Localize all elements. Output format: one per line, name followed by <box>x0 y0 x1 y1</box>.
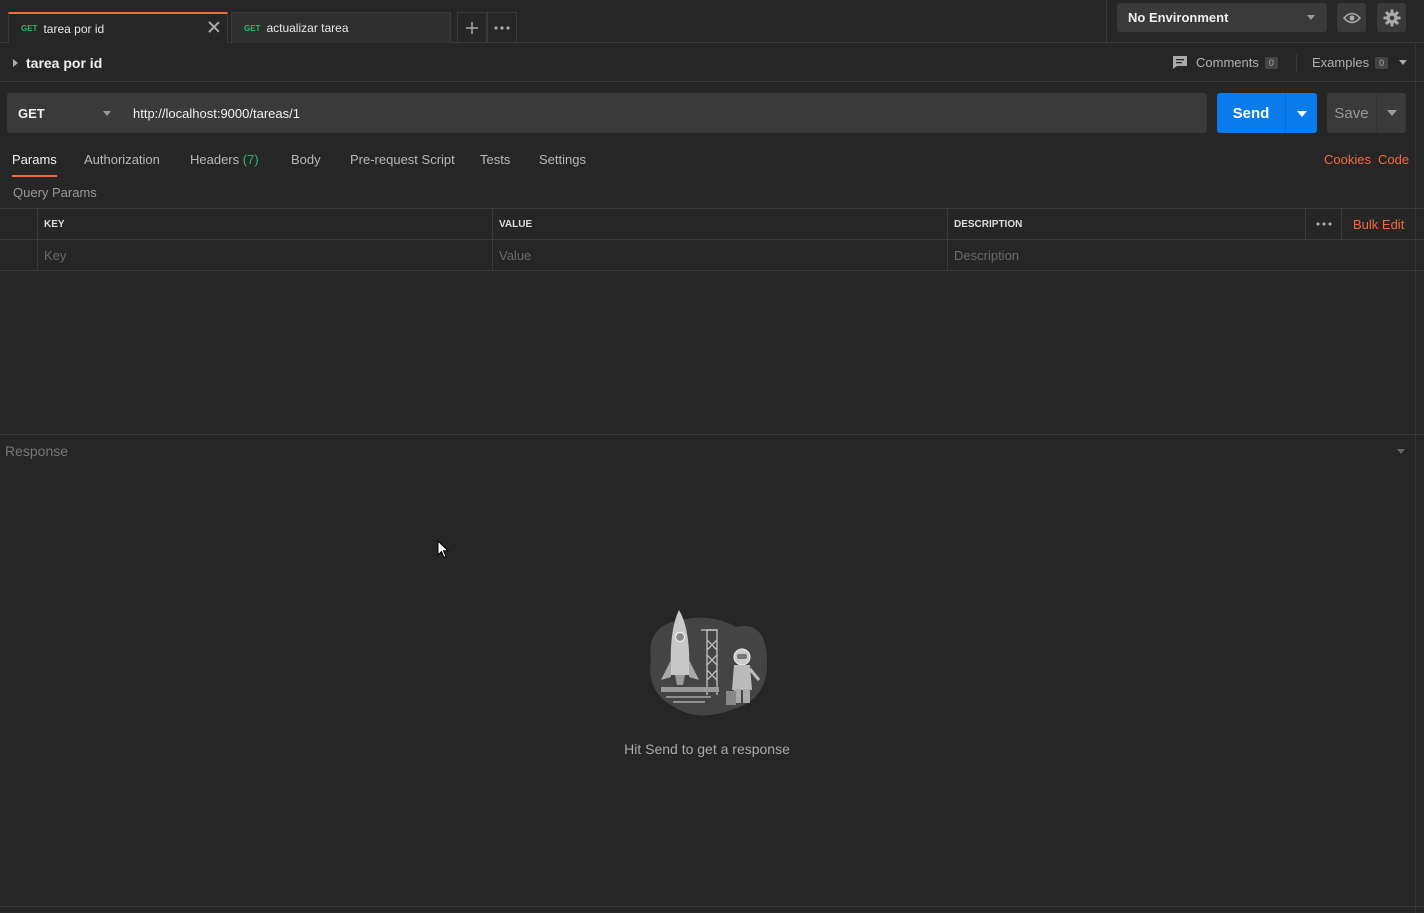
plus-icon <box>466 21 478 34</box>
chevron-down-icon <box>103 111 111 116</box>
tab-prerequest-script[interactable]: Pre-request Script <box>350 152 455 177</box>
table-row <box>0 240 1424 271</box>
ellipsis-icon <box>494 25 510 30</box>
param-key-input[interactable] <box>44 247 493 263</box>
examples-count: 0 <box>1375 56 1389 69</box>
save-button[interactable]: Save <box>1327 93 1376 133</box>
response-label: Response <box>5 443 69 459</box>
value-column-header: VALUE <box>492 209 948 239</box>
gear-icon <box>1383 9 1400 26</box>
column-options-button[interactable] <box>1305 209 1341 239</box>
comments-button[interactable]: Comments 0 <box>1172 55 1278 70</box>
tab-options-button[interactable] <box>487 12 517 43</box>
divider <box>1415 43 1416 913</box>
tab-method: GET <box>244 23 261 33</box>
eye-icon <box>1342 12 1361 23</box>
examples-label: Examples <box>1312 55 1370 70</box>
tab-tests[interactable]: Tests <box>480 152 510 177</box>
request-title[interactable]: tarea por id <box>26 55 102 71</box>
chevron-down-icon <box>1399 60 1408 65</box>
value-cell <box>492 240 948 270</box>
key-column-header: KEY <box>37 209 493 239</box>
response-header[interactable]: Response <box>0 434 1424 468</box>
mouse-cursor-icon <box>437 540 449 559</box>
close-icon[interactable] <box>207 20 221 34</box>
divider <box>1106 0 1107 43</box>
param-value-input[interactable] <box>499 247 948 263</box>
request-tab-bar: GET tarea por id GET actualizar tarea No… <box>0 0 1424 43</box>
ellipsis-icon <box>1315 222 1332 226</box>
expand-icon[interactable] <box>13 59 18 67</box>
method-select[interactable]: GET <box>7 93 120 133</box>
headers-count: (7) <box>242 152 259 167</box>
comments-count: 0 <box>1264 56 1278 69</box>
query-params-label: Query Params <box>13 185 97 200</box>
tab-label: actualizar tarea <box>266 21 349 35</box>
tab-body[interactable]: Body <box>291 152 321 177</box>
description-column-header: DESCRIPTION <box>947 209 1305 239</box>
key-cell <box>37 240 493 270</box>
examples-button[interactable]: Examples 0 <box>1312 55 1408 70</box>
url-input[interactable] <box>120 93 1207 133</box>
tab-tarea-por-id[interactable]: GET tarea por id <box>8 12 228 43</box>
request-subtabs: Params Authorization Headers (7) Body Pr… <box>0 147 1424 177</box>
tab-authorization[interactable]: Authorization <box>84 152 160 177</box>
request-header: tarea por id Comments 0 Examples 0 <box>0 44 1424 82</box>
divider <box>0 906 1424 907</box>
comment-icon <box>1173 56 1187 69</box>
tab-headers-label: Headers <box>190 152 240 167</box>
cookies-link[interactable]: Cookies <box>1324 152 1371 167</box>
code-link[interactable]: Code <box>1378 152 1409 167</box>
tab-label: tarea por id <box>43 21 105 36</box>
chevron-down-icon <box>1307 15 1315 20</box>
send-options-button[interactable] <box>1285 93 1317 133</box>
chevron-down-icon[interactable] <box>1397 449 1405 454</box>
table-header-row: KEY VALUE DESCRIPTION Bulk Edit <box>0 209 1424 240</box>
divider <box>1296 54 1297 72</box>
send-button[interactable]: Send <box>1217 93 1285 133</box>
environment-label: No Environment <box>1128 10 1229 25</box>
method-label: GET <box>18 105 45 121</box>
empty-response-message: Hit Send to get a response <box>624 741 790 757</box>
rocket-illustration <box>650 610 768 716</box>
tab-settings[interactable]: Settings <box>539 152 586 177</box>
bulk-edit-link[interactable]: Bulk Edit <box>1341 209 1421 239</box>
add-tab-button[interactable] <box>457 12 487 43</box>
settings-button[interactable] <box>1377 3 1406 32</box>
tab-method: GET <box>21 24 38 33</box>
tab-actualizar-tarea[interactable]: GET actualizar tarea <box>231 12 451 43</box>
query-params-table: KEY VALUE DESCRIPTION Bulk Edit <box>0 208 1424 271</box>
param-description-input[interactable] <box>954 247 1421 263</box>
comments-label: Comments <box>1196 55 1259 70</box>
tab-params[interactable]: Params <box>12 152 57 177</box>
description-cell <box>947 240 1421 270</box>
environment-select[interactable]: No Environment <box>1117 3 1327 32</box>
save-options-button[interactable] <box>1376 93 1406 133</box>
environment-quick-look-button[interactable] <box>1337 3 1366 32</box>
tab-headers[interactable]: Headers (7) <box>190 152 259 177</box>
